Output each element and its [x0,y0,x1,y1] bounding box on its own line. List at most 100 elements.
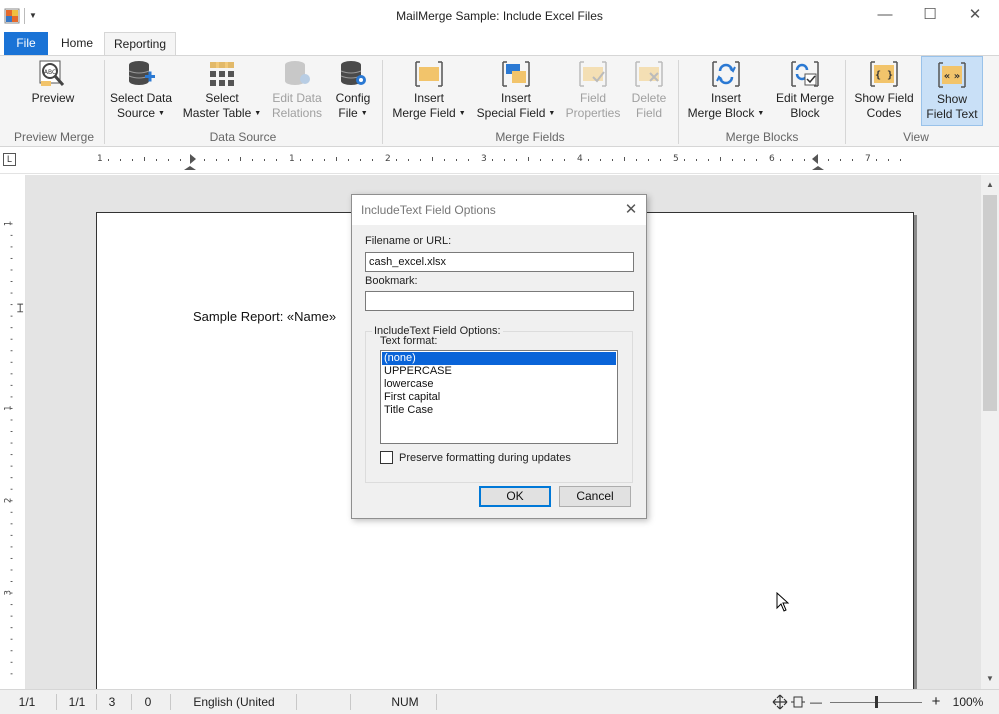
show-field-codes-button[interactable]: { } Show Field Codes [850,59,918,127]
preview-icon: ABC [39,60,65,86]
field-codes-icon: { } [870,61,898,87]
group-separator [104,60,105,144]
ruler-number: 3 [4,590,14,596]
group-label-preview-merge: Preview Merge [13,130,95,144]
select-data-source-button[interactable]: Select Data Source ▼ [108,59,174,127]
ruler-tick [888,159,889,161]
chevron-down-icon: ▼ [254,110,262,118]
vertical-ruler[interactable]: 1 1 2 3 [0,175,26,689]
ruler-tick [588,159,589,161]
ruler-tick [492,159,493,161]
minimize-button[interactable]: — [862,0,908,30]
first-line-indent-marker[interactable] [190,154,196,164]
ruler-tick [600,159,601,161]
group-label-merge-fields: Merge Fields [495,130,565,144]
edit-merge-block-button[interactable]: Edit Merge Block [772,59,838,127]
show-field-text-button[interactable]: « » Show Field Text [921,56,983,126]
insert-special-field-button[interactable]: Insert Special Field ▼ [474,59,558,127]
insert-merge-field-button[interactable]: Insert Merge Field ▼ [388,59,470,127]
zoom-out-button[interactable]: — [808,690,824,714]
status-column: 0 [144,695,152,709]
ruler-tick [636,159,637,161]
ok-button[interactable]: OK [479,486,551,507]
fit-width-icon[interactable] [790,694,806,710]
ruler-tick [456,159,457,161]
list-item[interactable]: Title Case [382,404,616,417]
show-field-text-label2: Field Text [926,107,978,121]
delete-field-button[interactable]: Delete Field [626,59,672,127]
config-file-label2: File [338,106,358,120]
status-separator [56,694,57,710]
fit-page-icon[interactable] [772,694,788,710]
ruler-tick [10,627,13,629]
ruler-tick [852,159,853,161]
scrollbar-thumb[interactable] [983,195,997,411]
tab-home[interactable]: Home [52,32,102,56]
right-indent-bottom-marker[interactable] [812,166,824,170]
maximize-button[interactable]: ☐ [907,0,953,30]
right-indent-marker[interactable] [812,154,818,164]
ruler-tick [10,454,13,456]
close-window-button[interactable]: ✕ [952,0,998,30]
text-format-listbox[interactable]: (none) UPPERCASE lowercase First capital… [380,350,618,444]
scroll-down-icon[interactable]: ▼ [981,671,999,687]
select-master-table-label1: Select [205,91,239,105]
preserve-formatting-label[interactable]: Preserve formatting during updates [399,452,571,464]
chevron-down-icon: ▼ [757,110,765,118]
dialog-close-icon[interactable]: ✕ [618,195,644,225]
ruler-tick [336,157,337,161]
zoom-slider-thumb[interactable] [875,696,878,708]
delete-field-label1: Delete [631,91,667,105]
filename-input[interactable] [365,252,634,272]
ribbon-tabs: File Home Reporting [0,32,999,57]
ruler-tick [10,569,13,571]
tab-reporting[interactable]: Reporting [104,32,176,57]
document-text[interactable]: Sample Report: «Name» [193,309,336,324]
edit-data-relations-button[interactable]: Edit Data Relations [268,59,326,127]
select-data-source-label2: Source [117,106,156,120]
group-separator [678,60,679,144]
group-separator [382,60,383,144]
horizontal-ruler[interactable]: 1 1 2 3 4 5 6 7 [96,152,912,170]
ruler-number: 5 [673,154,679,164]
group-label-data-source: Data Source [209,130,277,144]
dialog-title-bar[interactable]: IncludeText Field Options ✕ [352,195,646,225]
edit-merge-block-label2: Block [790,106,820,120]
ruler-tick [108,159,109,161]
field-properties-button[interactable]: Field Properties [564,59,622,127]
insert-merge-block-button[interactable]: Insert Merge Block ▼ [684,59,768,127]
list-item[interactable]: lowercase [382,378,616,391]
config-file-button[interactable]: Config File ▼ [330,59,376,127]
preview-button[interactable]: ABC Preview [22,59,84,127]
ruler-tick [10,661,13,663]
bookmark-input[interactable] [365,291,634,311]
ruler-tick [180,159,181,161]
ribbon: ABC Preview Preview Merge Select Data So… [0,55,999,147]
list-item[interactable]: UPPERCASE [382,365,616,378]
ruler-number: 7 [865,154,871,164]
left-indent-marker[interactable] [184,166,196,170]
delete-field-icon [635,61,663,87]
ruler-tick [396,159,397,161]
ruler-tick [564,159,565,161]
margin-marker[interactable] [17,303,24,313]
insert-merge-field-label2: Merge Field [392,106,456,120]
list-item[interactable]: First capital [382,391,616,404]
database-relations-icon [285,61,310,85]
zoom-in-button[interactable]: + [928,690,944,714]
status-page: 1/1 [18,695,36,709]
preserve-formatting-checkbox[interactable] [380,451,393,464]
list-item[interactable]: (none) [382,352,616,365]
vertical-scrollbar[interactable]: ▲ ▼ [981,175,999,689]
select-master-table-button[interactable]: Select Master Table ▼ [180,59,264,127]
ruler-tick [900,159,901,161]
ruler-tick [348,159,349,161]
chevron-down-icon: ▼ [458,110,466,118]
tab-stop-selector[interactable]: L [3,153,16,166]
zoom-level[interactable]: 100% [948,690,988,714]
ruler-tick [840,159,841,161]
cancel-button[interactable]: Cancel [559,486,631,507]
scroll-up-icon[interactable]: ▲ [981,177,999,193]
ruler-tick [10,269,13,271]
tab-file[interactable]: File [4,32,48,56]
